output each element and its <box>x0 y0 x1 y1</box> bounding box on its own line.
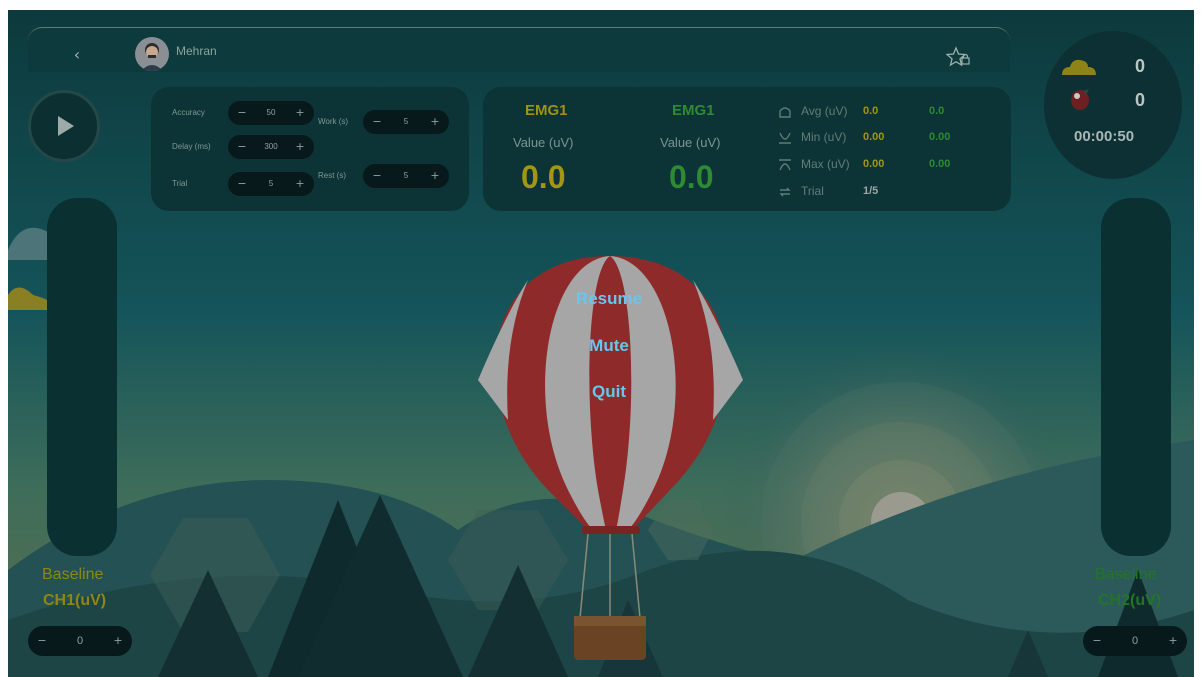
emg2-subtitle: Value (uV) <box>660 135 721 150</box>
star-lock-icon[interactable] <box>945 46 972 68</box>
chevron-left-icon[interactable]: ‹ <box>66 44 88 66</box>
work-decrease-button[interactable]: − <box>365 110 389 134</box>
accuracy-label: Accuracy <box>172 108 205 117</box>
delay-label: Delay (ms) <box>172 142 211 151</box>
baseline-ch1-increase-button[interactable]: + <box>106 629 130 653</box>
baseline-ch1-value: 0 <box>76 635 84 647</box>
mute-button[interactable]: Mute <box>539 336 679 356</box>
settings-panel: Accuracy − 50 + Delay (ms) − 300 + Trial… <box>151 87 469 211</box>
delay-decrease-button[interactable]: − <box>230 135 254 159</box>
left-level-bar <box>47 198 117 556</box>
emg2-value: 0.0 <box>669 159 714 195</box>
rest-value: 5 <box>403 171 409 180</box>
baseline-ch2-channel: CH2(uV) <box>1098 592 1162 609</box>
baseline-ch1-decrease-button[interactable]: − <box>30 629 54 653</box>
max-ch1-value: 0.00 <box>863 158 885 170</box>
repeat-icon <box>779 187 791 197</box>
max-ch2-value: 0.00 <box>929 158 951 170</box>
min-ch1-value: 0.00 <box>863 131 885 143</box>
rest-decrease-button[interactable]: − <box>365 164 389 188</box>
delay-stepper[interactable]: − 300 + <box>228 135 314 159</box>
accuracy-increase-button[interactable]: + <box>288 101 312 125</box>
play-button[interactable] <box>28 90 100 162</box>
min-label: Min (uV) <box>801 130 847 144</box>
game-timer: 00:00:50 <box>1074 128 1135 145</box>
accuracy-stepper[interactable]: − 50 + <box>228 101 314 125</box>
baseline-ch2-decrease-button[interactable]: − <box>1085 629 1109 653</box>
max-label: Max (uV) <box>801 157 850 171</box>
avg-icon <box>779 107 791 118</box>
emg1-value: 0.0 <box>521 159 566 195</box>
bird-icon <box>1071 89 1089 110</box>
right-level-bar <box>1101 198 1171 556</box>
accuracy-value: 50 <box>266 108 276 117</box>
work-increase-button[interactable]: + <box>423 110 447 134</box>
emg2-title: EMG1 <box>672 102 715 119</box>
work-stepper[interactable]: − 5 + <box>363 110 449 134</box>
emg-panel: EMG1 Value (uV) 0.0 EMG1 Value (uV) 0.0 … <box>483 87 1011 211</box>
avatar[interactable] <box>135 37 169 71</box>
delay-value: 300 <box>264 142 278 151</box>
trial-label: Trial <box>172 179 188 188</box>
min-icon <box>779 132 791 144</box>
emg1-title: EMG1 <box>525 102 568 119</box>
baseline-ch2-value: 0 <box>1131 635 1139 647</box>
game-stage: ‹ Mehran Accuracy − 50 + Delay (ms) − 30… <box>8 10 1194 677</box>
avg-ch1-value: 0.0 <box>863 105 879 117</box>
trial-stepper[interactable]: − 5 + <box>228 172 314 196</box>
play-icon <box>58 116 74 136</box>
cloud-icon <box>1062 59 1096 75</box>
baseline-ch1-channel: CH1(uV) <box>43 592 107 609</box>
score-panel: 0 0 00:00:50 <box>1044 31 1182 179</box>
min-ch2-value: 0.00 <box>929 131 951 143</box>
baseline-ch2-label: Baseline <box>1095 566 1157 583</box>
trial-decrease-button[interactable]: − <box>230 172 254 196</box>
delay-increase-button[interactable]: + <box>288 135 312 159</box>
accuracy-decrease-button[interactable]: − <box>230 101 254 125</box>
rest-label: Rest (s) <box>318 171 346 180</box>
trial-value: 5 <box>268 179 274 188</box>
trial-stat-value: 1/5 <box>863 185 879 197</box>
avg-ch2-value: 0.0 <box>929 105 945 117</box>
work-label: Work (s) <box>318 117 349 126</box>
avg-label: Avg (uV) <box>801 104 848 118</box>
baseline-ch2-increase-button[interactable]: + <box>1161 629 1185 653</box>
work-value: 5 <box>403 117 409 126</box>
baseline-ch1-label: Baseline <box>42 566 104 583</box>
rest-stepper[interactable]: − 5 + <box>363 164 449 188</box>
emg1-subtitle: Value (uV) <box>513 135 574 150</box>
trial-increase-button[interactable]: + <box>288 172 312 196</box>
rest-increase-button[interactable]: + <box>423 164 447 188</box>
max-icon <box>779 159 791 171</box>
quit-button[interactable]: Quit <box>539 382 679 402</box>
cloud-score: 0 <box>1135 56 1146 76</box>
resume-button[interactable]: Resume <box>539 289 679 309</box>
user-name: Mehran <box>176 44 217 58</box>
baseline-ch2-stepper[interactable]: − 0 + <box>1083 626 1187 656</box>
bird-score: 0 <box>1135 90 1146 110</box>
baseline-ch1-stepper[interactable]: − 0 + <box>28 626 132 656</box>
trial-stat-label: Trial <box>801 184 824 198</box>
